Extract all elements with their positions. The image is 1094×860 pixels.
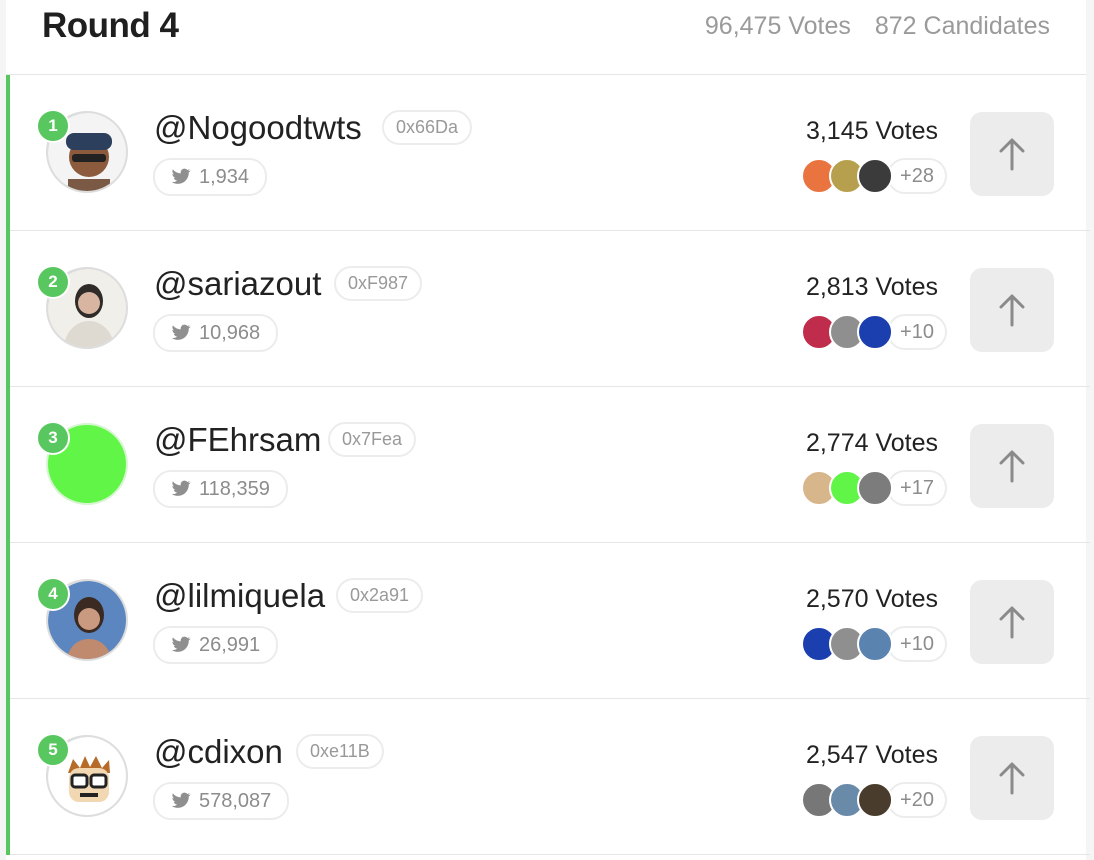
candidate-row[interactable]: 1 @Nogoodtwts 0x66Da 1,934 3,145 Votes +… (10, 75, 1090, 231)
wallet-address[interactable]: 0x7Fea (328, 422, 417, 457)
follower-count: 10,968 (199, 321, 261, 344)
wallet-address[interactable]: 0xF987 (334, 266, 423, 301)
voter-avatars[interactable]: +10 (801, 626, 947, 662)
total-votes: 96,475 Votes (704, 12, 851, 40)
twitter-icon (171, 792, 191, 810)
twitter-followers[interactable]: 118,359 (153, 470, 288, 508)
more-voters-badge[interactable]: +28 (887, 158, 947, 194)
round-title: Round 4 (42, 6, 179, 45)
candidate-row[interactable]: 3 @FEhrsam 0x7Fea 118,359 2,774 Votes +1… (10, 387, 1090, 543)
candidate-row[interactable]: 4 @lilmiquela 0x2a91 26,991 2,570 Votes … (10, 543, 1090, 699)
candidate-list: 1 @Nogoodtwts 0x66Da 1,934 3,145 Votes +… (6, 75, 1090, 855)
twitter-icon (171, 324, 191, 342)
twitter-icon (171, 168, 191, 186)
follower-count: 578,087 (199, 789, 272, 812)
more-voters-badge[interactable]: +17 (887, 470, 947, 506)
twitter-followers[interactable]: 578,087 (153, 782, 290, 820)
total-candidates: 872 Candidates (874, 12, 1050, 40)
candidate-handle[interactable]: @cdixon (154, 733, 283, 771)
twitter-followers[interactable]: 10,968 (153, 314, 279, 352)
upvote-button[interactable] (970, 424, 1054, 508)
arrow-up-icon (997, 604, 1027, 640)
rank-badge: 1 (36, 109, 70, 143)
upvote-button[interactable] (970, 268, 1054, 352)
round-stats: 96,475 Votes 872 Candidates (705, 12, 1050, 41)
wallet-address[interactable]: 0x66Da (382, 110, 473, 145)
rank-badge: 3 (36, 421, 70, 455)
voter-avatar[interactable] (857, 626, 893, 662)
rank-badge: 4 (36, 577, 70, 611)
upvote-button[interactable] (970, 112, 1054, 196)
rank-badge: 2 (36, 265, 70, 299)
round-panel: Round 4 96,475 Votes 872 Candidates 1 @N… (6, 0, 1090, 860)
voter-avatar[interactable] (857, 158, 893, 194)
candidate-row[interactable]: 2 @sariazout 0xF987 10,968 2,813 Votes +… (10, 231, 1090, 387)
voter-avatar[interactable] (857, 314, 893, 350)
voter-avatar[interactable] (857, 782, 893, 818)
follower-count: 1,934 (199, 165, 250, 188)
voter-avatar[interactable] (857, 470, 893, 506)
voter-avatars[interactable]: +10 (801, 314, 947, 350)
wallet-address[interactable]: 0x2a91 (336, 578, 424, 613)
candidate-handle[interactable]: @sariazout (154, 265, 321, 303)
upvote-button[interactable] (970, 580, 1054, 664)
voter-avatars[interactable]: +20 (801, 782, 947, 818)
wallet-address[interactable]: 0xe11B (296, 734, 384, 769)
vote-count: 2,570 Votes (805, 585, 938, 613)
upvote-button[interactable] (970, 736, 1054, 820)
more-voters-badge[interactable]: +10 (887, 626, 947, 662)
follower-count: 26,991 (199, 633, 261, 656)
voter-avatars[interactable]: +28 (801, 158, 947, 194)
vote-count: 2,547 Votes (805, 741, 938, 769)
rank-badge: 5 (36, 733, 70, 767)
twitter-followers[interactable]: 1,934 (153, 158, 268, 196)
follower-count: 118,359 (199, 477, 270, 500)
twitter-icon (171, 636, 191, 654)
arrow-up-icon (997, 136, 1027, 172)
candidate-handle[interactable]: @FEhrsam (154, 421, 321, 459)
twitter-icon (171, 480, 191, 498)
arrow-up-icon (997, 292, 1027, 328)
round-header: Round 4 96,475 Votes 872 Candidates (6, 0, 1086, 75)
candidate-handle[interactable]: @Nogoodtwts (154, 109, 362, 147)
twitter-followers[interactable]: 26,991 (153, 626, 279, 664)
vote-count: 3,145 Votes (805, 117, 938, 145)
vote-count: 2,813 Votes (805, 273, 938, 301)
candidate-handle[interactable]: @lilmiquela (154, 577, 325, 615)
more-voters-badge[interactable]: +10 (887, 314, 947, 350)
arrow-up-icon (997, 448, 1027, 484)
voter-avatars[interactable]: +17 (801, 470, 947, 506)
arrow-up-icon (997, 760, 1027, 796)
vote-count: 2,774 Votes (805, 429, 938, 457)
candidate-row[interactable]: 5 @cdixon 0xe11B 578,087 2,547 Votes +20 (10, 699, 1090, 855)
more-voters-badge[interactable]: +20 (887, 782, 947, 818)
